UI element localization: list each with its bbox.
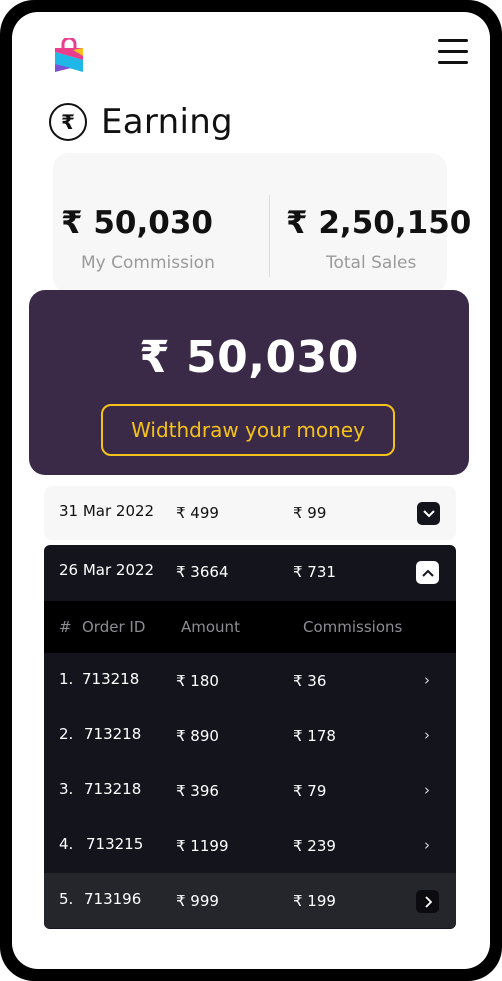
order-index: 5.: [59, 890, 74, 908]
order-id: 713196: [84, 890, 142, 908]
column-order-id: Order ID: [82, 618, 146, 636]
order-row[interactable]: 2. 713218 ₹ 890 ₹ 178 ›: [44, 708, 456, 763]
group-commission: ₹ 731: [293, 563, 336, 581]
earning-group-expanded: 26 Mar 2022 ₹ 3664 ₹ 731 # Order ID Amou…: [44, 545, 456, 929]
column-index: #: [59, 618, 72, 636]
order-row[interactable]: 1. 713218 ₹ 180 ₹ 36 ›: [44, 653, 456, 708]
group-amount: ₹ 3664: [176, 563, 229, 581]
commission-stat: ₹ 50,030 My Commission: [61, 205, 215, 273]
earning-group-collapsed[interactable]: 31 Mar 2022 ₹ 499 ₹ 99: [44, 486, 456, 540]
group-amount: ₹ 499: [176, 504, 219, 522]
commission-value: ₹ 50,030: [61, 205, 213, 241]
sales-stat: ₹ 2,50,150 Total Sales: [286, 205, 471, 273]
device-frame: ₹ Earning ₹ 50,030 My Commission ₹ 2,50,…: [0, 0, 502, 981]
order-amount: ₹ 180: [176, 672, 219, 690]
shopping-bag-logo-icon[interactable]: [53, 38, 85, 74]
balance-value: ₹ 50,030: [139, 332, 359, 383]
column-commissions: Commissions: [303, 618, 403, 636]
chevron-right-icon[interactable]: ›: [424, 781, 430, 799]
withdraw-button[interactable]: Widthdraw your money: [101, 404, 395, 456]
group-date: 26 Mar 2022: [59, 561, 155, 579]
rupee-icon: ₹: [49, 103, 87, 141]
stats-divider: [269, 195, 270, 277]
order-id: 713218: [84, 725, 142, 743]
column-amount: Amount: [181, 618, 240, 636]
order-row[interactable]: 4. 713215 ₹ 1199 ₹ 239 ›: [44, 818, 456, 873]
sales-label: Total Sales: [326, 253, 417, 273]
balance-card: ₹ 50,030 Widthdraw your money: [29, 290, 469, 475]
page-header: ₹ Earning: [49, 102, 233, 142]
sales-value: ₹ 2,50,150: [286, 205, 472, 241]
orders-table-header: # Order ID Amount Commissions: [44, 601, 456, 653]
menu-bar: [438, 39, 468, 42]
order-commission: ₹ 79: [293, 782, 327, 800]
order-commission: ₹ 36: [293, 672, 327, 690]
menu-bar: [438, 61, 468, 64]
order-row-selected[interactable]: 5. 713196 ₹ 999 ₹ 199: [44, 873, 456, 928]
group-header[interactable]: 26 Mar 2022 ₹ 3664 ₹ 731: [44, 545, 456, 601]
order-index: 3.: [59, 780, 74, 798]
hamburger-menu-icon[interactable]: [438, 38, 470, 66]
order-commission: ₹ 178: [293, 727, 336, 745]
order-commission: ₹ 239: [293, 837, 336, 855]
chevron-right-icon[interactable]: ›: [424, 836, 430, 854]
stats-card: ₹ 50,030 My Commission ₹ 2,50,150 Total …: [53, 153, 471, 293]
chevron-down-icon[interactable]: [417, 502, 440, 525]
order-index: 4.: [59, 835, 74, 853]
order-commission: ₹ 199: [293, 892, 336, 910]
menu-bar: [438, 50, 468, 53]
order-amount: ₹ 1199: [176, 837, 229, 855]
chevron-right-icon[interactable]: [416, 890, 439, 913]
order-id: 713215: [86, 835, 144, 853]
order-amount: ₹ 999: [176, 892, 219, 910]
order-index: 2.: [59, 725, 74, 743]
order-index: 1.: [59, 670, 74, 688]
order-amount: ₹ 890: [176, 727, 219, 745]
chevron-right-icon[interactable]: ›: [424, 671, 430, 689]
group-commission: ₹ 99: [293, 504, 327, 522]
chevron-right-icon[interactable]: ›: [424, 726, 430, 744]
commission-label: My Commission: [81, 253, 215, 273]
order-row[interactable]: 3. 713218 ₹ 396 ₹ 79 ›: [44, 763, 456, 818]
order-amount: ₹ 396: [176, 782, 219, 800]
order-id: 713218: [82, 670, 140, 688]
app-screen: ₹ Earning ₹ 50,030 My Commission ₹ 2,50,…: [12, 12, 490, 969]
chevron-up-icon[interactable]: [416, 561, 439, 584]
page-title: Earning: [101, 102, 233, 142]
order-id: 713218: [84, 780, 142, 798]
group-date: 31 Mar 2022: [59, 502, 155, 520]
